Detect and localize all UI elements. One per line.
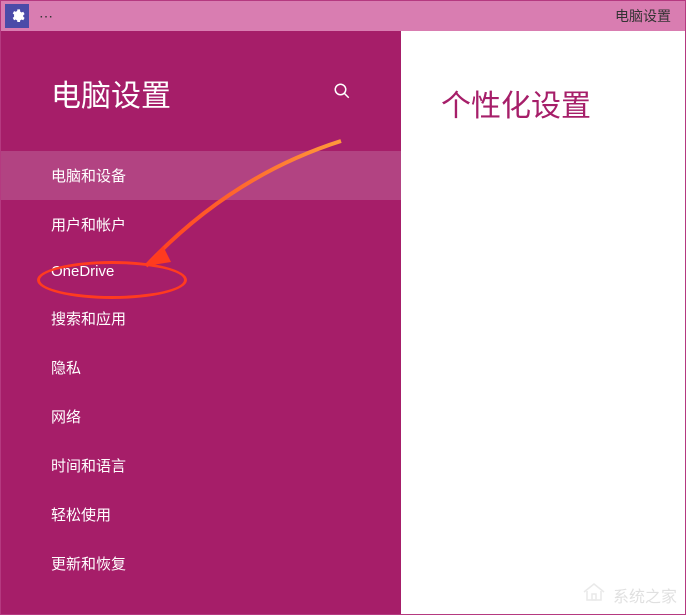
sidebar-item-network[interactable]: 网络 (1, 392, 401, 441)
sidebar-item-label: 时间和语言 (51, 458, 126, 475)
search-icon[interactable] (333, 82, 351, 105)
sidebar-item-label: 更新和恢复 (51, 556, 126, 573)
sidebar-item-label: 隐私 (51, 360, 81, 377)
titlebar-app-title: 电脑设置 (615, 6, 671, 26)
main-panel: 个性化设置 (401, 31, 685, 614)
sidebar: 电脑设置 电脑和设备 用户和帐户 OneDrive 搜索和应用 隐私 网络 时间… (1, 31, 401, 614)
sidebar-title: 电脑设置 (51, 71, 171, 115)
sidebar-item-ease-access[interactable]: 轻松使用 (1, 490, 401, 539)
titlebar: ⋯ 电脑设置 (1, 1, 685, 31)
titlebar-menu-dots[interactable]: ⋯ (35, 8, 53, 25)
watermark-house-icon (581, 581, 607, 608)
content-area: 电脑设置 电脑和设备 用户和帐户 OneDrive 搜索和应用 隐私 网络 时间… (1, 31, 685, 614)
sidebar-item-time-language[interactable]: 时间和语言 (1, 441, 401, 490)
sidebar-item-search-apps[interactable]: 搜索和应用 (1, 294, 401, 343)
sidebar-item-onedrive[interactable]: OneDrive (1, 249, 401, 294)
main-title: 个性化设置 (441, 81, 645, 125)
settings-gear-icon[interactable] (5, 4, 29, 28)
sidebar-item-label: 电脑和设备 (51, 168, 126, 185)
sidebar-item-label: 轻松使用 (51, 507, 111, 524)
sidebar-header: 电脑设置 (1, 71, 401, 151)
sidebar-item-privacy[interactable]: 隐私 (1, 343, 401, 392)
sidebar-item-label: 搜索和应用 (51, 311, 126, 328)
sidebar-item-update-recovery[interactable]: 更新和恢复 (1, 539, 401, 588)
watermark: 系统之家 (581, 581, 677, 608)
sidebar-item-label: 网络 (51, 409, 81, 426)
sidebar-item-label: OneDrive (51, 263, 114, 280)
sidebar-item-users-accounts[interactable]: 用户和帐户 (1, 200, 401, 249)
sidebar-item-pc-devices[interactable]: 电脑和设备 (1, 151, 401, 200)
watermark-text: 系统之家 (613, 583, 677, 607)
sidebar-item-label: 用户和帐户 (51, 217, 126, 234)
